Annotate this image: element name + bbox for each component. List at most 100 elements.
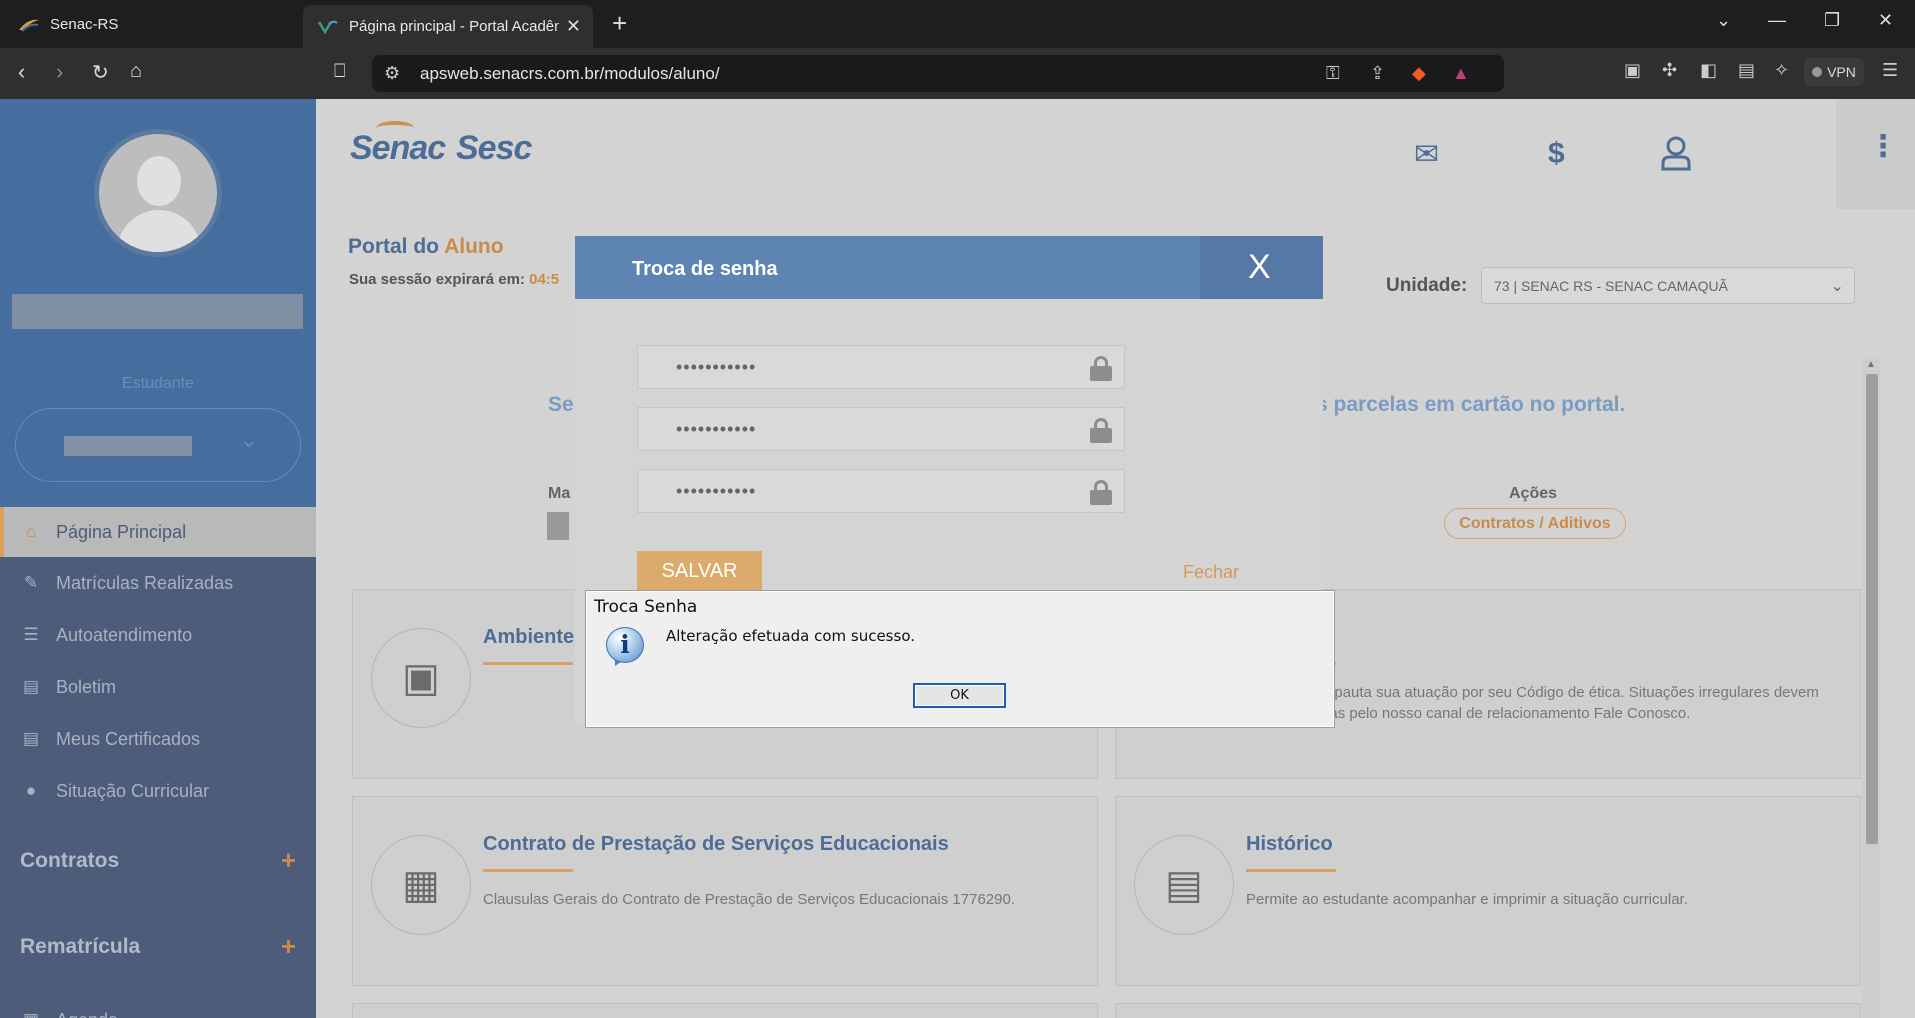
alert-title: Troca Senha (594, 597, 698, 617)
session-label: Sua sessão expirará em: (349, 271, 525, 288)
extensions-icon[interactable]: ✣ (1662, 60, 1677, 81)
scrollbar-thumb[interactable] (1866, 374, 1878, 844)
sidebar-item-pagina-principal[interactable]: ⌂ Página Principal (0, 507, 316, 557)
forward-icon[interactable]: › (56, 59, 63, 85)
session-timer: Sua sessão expirará em: 04:5 (349, 271, 559, 288)
card-description: Permite ao estudante acompanhar e imprim… (1246, 891, 1688, 908)
password-dots: ••••••••••• (676, 357, 757, 377)
sidebar-item-matriculas[interactable]: ✎ Matrículas Realizadas (0, 558, 316, 608)
column-header-matricula: Ma (548, 485, 571, 502)
close-icon[interactable]: X (1248, 248, 1271, 287)
content-scrollbar[interactable]: ▲ (1862, 359, 1880, 1018)
leo-ai-icon[interactable]: ✧ (1774, 60, 1789, 81)
ok-button[interactable]: OK (913, 683, 1006, 708)
new-tab-icon[interactable]: + (612, 8, 627, 39)
financial-icon[interactable]: $ (1548, 137, 1565, 171)
scroll-up-icon[interactable]: ▲ (1866, 359, 1876, 370)
profile-icon[interactable] (1660, 135, 1692, 171)
sidebar-item-situacao-curricular[interactable]: ● Situação Curricular (0, 766, 316, 816)
tab-list-chevron-icon[interactable]: ⌄ (1716, 10, 1731, 31)
reload-icon[interactable]: ↻ (92, 60, 109, 85)
more-menu[interactable]: ⋮ (1836, 99, 1915, 209)
modal-close-button[interactable]: X (1200, 236, 1323, 299)
vpn-status-icon (1812, 67, 1823, 77)
card-description: Clausulas Gerais do Contrato de Prestaçã… (483, 891, 1015, 908)
page-title-prefix: Portal do (348, 235, 445, 258)
minimize-icon[interactable]: — (1768, 10, 1786, 31)
unidade-select[interactable]: 73 | SENAC RS - SENAC CAMAQUÃ ⌄ (1481, 267, 1855, 304)
save-button[interactable]: SALVAR (637, 551, 762, 591)
session-time: 04:5 (529, 271, 560, 288)
course-select[interactable]: ⌄ (15, 408, 301, 482)
sidebar-item-boletim[interactable]: ▤ Boletim (0, 662, 316, 712)
page-title-accent: Aluno (444, 235, 504, 258)
expand-plus-icon[interactable]: + (281, 847, 296, 873)
section-label: Contratos (20, 849, 120, 872)
matricula-cell (547, 512, 569, 540)
vpn-button[interactable]: VPN (1804, 58, 1864, 86)
sidebar-item-autoatendimento[interactable]: ☰ Autoatendimento (0, 610, 316, 660)
card-contrato[interactable]: ▦ Contrato de Prestação de Serviços Educ… (352, 796, 1098, 986)
unidade-value: 73 | SENAC RS - SENAC CAMAQUÃ (1494, 278, 1728, 294)
banner-text-right: s parcelas em cartão no portal. (1316, 393, 1626, 416)
vpn-label: VPN (1827, 64, 1856, 80)
sidebar-item-agenda[interactable]: ▦ Agenda (0, 995, 316, 1018)
sidebar-item-label: Agenda (56, 1010, 118, 1018)
sidebar-toggle-icon[interactable]: ◧ (1700, 60, 1717, 81)
tab-close-icon[interactable]: ✕ (566, 16, 581, 37)
home-icon[interactable]: ⌂ (130, 60, 142, 83)
senac-logo: Senac (350, 129, 446, 167)
current-password-field[interactable]: ••••••••••• (637, 345, 1125, 389)
wallet-icon[interactable]: ▤ (1738, 60, 1755, 81)
confirm-password-field[interactable]: ••••••••••• (637, 469, 1125, 513)
expand-plus-icon[interactable]: + (281, 933, 296, 959)
menu-icon[interactable]: ☰ (1882, 60, 1898, 81)
bitwarden-icon[interactable]: ▣ (1624, 60, 1641, 81)
list-icon: ☰ (23, 625, 39, 644)
share-icon[interactable]: ⇪ (1370, 63, 1385, 84)
calendar-icon: ▦ (371, 835, 471, 935)
bookmark-icon[interactable]: ⎕ (334, 61, 345, 83)
card-title[interactable]: Contrato de Prestação de Serviços Educac… (483, 833, 949, 856)
lock-icon (1090, 480, 1112, 505)
tab-label: Senac-RS (50, 15, 119, 33)
sidebar-item-label: Matrículas Realizadas (56, 572, 234, 593)
restore-icon[interactable]: ❐ (1824, 10, 1840, 31)
address-bar-row: ‹ › ↻ ⌂ ⎕ ⚙ apsweb.senacrs.com.br/modulo… (0, 48, 1915, 99)
contracts-button[interactable]: Contratos / Aditivos (1444, 508, 1626, 539)
brave-rewards-icon[interactable]: ▲ (1452, 63, 1470, 84)
calendar-icon: ▦ (20, 1010, 42, 1018)
chevron-down-icon: ⌄ (1830, 278, 1844, 295)
tab-portal-academico[interactable]: Página principal - Portal Acadêmico ✕ (303, 5, 593, 48)
close-window-icon[interactable]: ✕ (1878, 10, 1893, 31)
fechar-link[interactable]: Fechar (1183, 562, 1239, 583)
course-select-redacted (64, 436, 192, 456)
tab-senac-rs[interactable]: Senac-RS (0, 0, 300, 48)
lock-icon (1090, 418, 1112, 443)
profile-panel: Estudante ⌄ (0, 99, 316, 507)
elearning-icon: ▣ (371, 628, 471, 728)
success-alert-dialog: Troca Senha i Alteração efetuada com suc… (585, 590, 1335, 728)
url-text: apsweb.senacrs.com.br/modulos/aluno/ (420, 64, 720, 83)
sidebar-item-label: Página Principal (56, 521, 187, 542)
site-settings-icon[interactable]: ⚙ (384, 63, 400, 84)
password-key-icon[interactable]: ⚿ (1326, 63, 1340, 84)
section-contratos[interactable]: Contratos + (20, 847, 296, 873)
column-header-acoes: Ações (1509, 485, 1558, 502)
chevron-down-icon: ⌄ (239, 427, 258, 452)
back-icon[interactable]: ‹ (18, 59, 25, 85)
sidebar-item-certificados[interactable]: ▤ Meus Certificados (0, 714, 316, 764)
alert-message: Alteração efetuada com sucesso. (666, 627, 915, 645)
brave-shields-icon[interactable]: ◆ (1412, 63, 1426, 84)
new-password-field[interactable]: ••••••••••• (637, 407, 1125, 451)
password-dots: ••••••••••• (676, 419, 757, 439)
url-field[interactable]: ⚙ apsweb.senacrs.com.br/modulos/aluno/ ⚿… (372, 55, 1504, 92)
tab-label: Página principal - Portal Acadêmico (349, 18, 559, 35)
kebab-icon[interactable]: ⋮ (1868, 129, 1898, 164)
card-title[interactable]: Histórico (1246, 833, 1333, 856)
card-historico[interactable]: ▤ Histórico Permite ao estudante acompan… (1115, 796, 1861, 986)
section-rematricula[interactable]: Rematrícula + (20, 933, 296, 959)
section-label: Rematrícula (20, 935, 141, 958)
senac-favicon-icon (19, 19, 39, 32)
mail-icon[interactable]: ✉ (1414, 137, 1439, 172)
